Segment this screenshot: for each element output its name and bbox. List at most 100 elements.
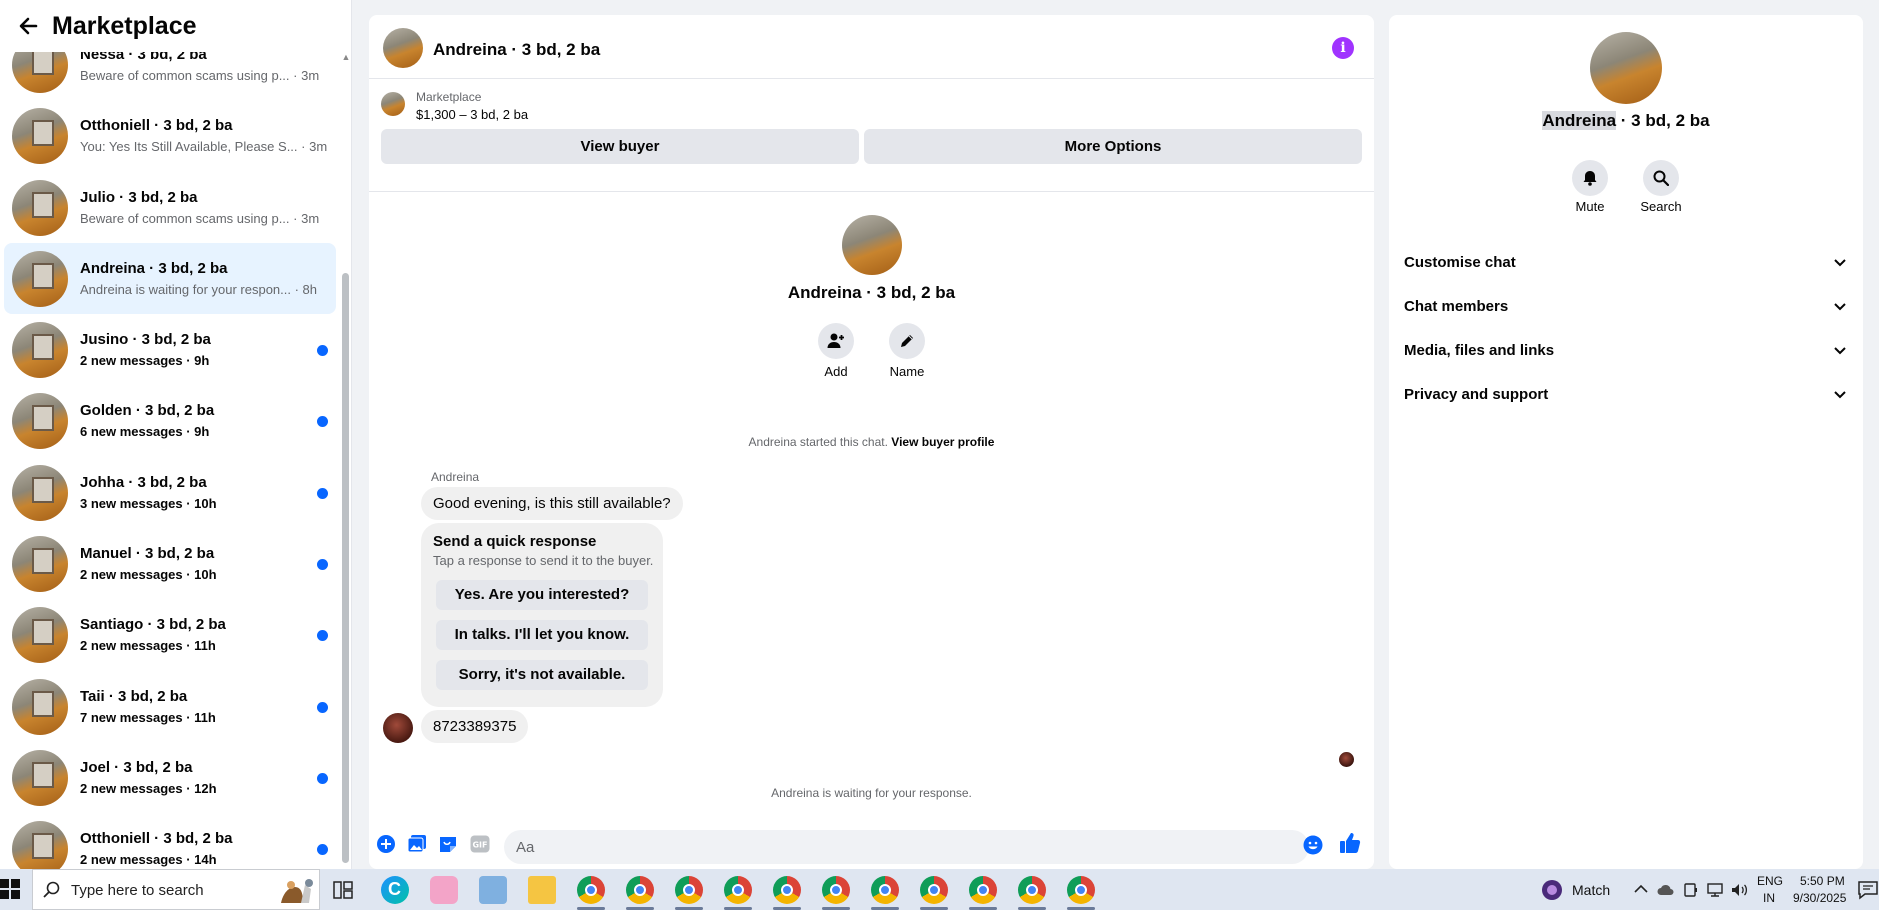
- customise-chat-section[interactable]: Customise chat: [1404, 245, 1848, 281]
- details-name-rest: · 3 bd, 2 ba: [1616, 111, 1710, 130]
- chrome-app-icon-active[interactable]: [577, 876, 605, 904]
- back-arrow-icon[interactable]: [16, 14, 40, 38]
- chrome-app-icon[interactable]: [1067, 876, 1095, 904]
- chevron-up-icon[interactable]: [1634, 883, 1648, 895]
- conversation-item[interactable]: Santiago · 3 bd, 2 ba 2 new messages · 1…: [4, 599, 336, 670]
- message-input[interactable]: [504, 830, 1309, 864]
- unread-dot-icon: [317, 772, 328, 784]
- add-person-button[interactable]: [818, 323, 854, 359]
- chrome-app-icon[interactable]: [1018, 876, 1046, 904]
- conversation-item[interactable]: Julio · 3 bd, 2 ba Beware of common scam…: [4, 172, 336, 243]
- chat-header-name[interactable]: Andreina · 3 bd, 2 ba: [433, 40, 600, 60]
- info-icon[interactable]: i: [1332, 37, 1354, 59]
- listing-avatar: [12, 250, 68, 307]
- notepad-app-icon[interactable]: [479, 876, 507, 904]
- listing-avatar: [12, 464, 68, 521]
- conversation-item[interactable]: Taii · 3 bd, 2 ba 7 new messages · 11h: [4, 671, 336, 742]
- match-widget-label[interactable]: Match: [1572, 882, 1610, 898]
- emoji-icon[interactable]: [1302, 834, 1324, 856]
- conversation-preview: 2 new messages · 9h: [80, 353, 210, 369]
- conversation-item[interactable]: Johha · 3 bd, 2 ba 3 new messages · 10h: [4, 457, 336, 528]
- photo-icon[interactable]: [406, 833, 428, 855]
- plus-circle-icon[interactable]: [375, 833, 397, 855]
- edit-name-button[interactable]: [889, 323, 925, 359]
- conversation-item[interactable]: Otthoniell · 3 bd, 2 ba 2 new messages ·…: [4, 813, 336, 869]
- quick-response-subtitle: Tap a response to send it to the buyer.: [433, 553, 654, 568]
- name-label: Name: [889, 364, 925, 379]
- clock-date[interactable]: 9/30/2025: [1793, 891, 1846, 905]
- privacy-support-section[interactable]: Privacy and support: [1404, 377, 1848, 413]
- message-bubble[interactable]: 8723389375: [421, 710, 529, 743]
- task-view-icon[interactable]: [333, 881, 353, 899]
- copilot-app-icon[interactable]: C: [381, 876, 409, 904]
- scroll-up-icon[interactable]: ▲: [341, 52, 351, 62]
- chrome-app-icon[interactable]: [822, 876, 850, 904]
- conversation-preview: 2 new messages · 10h: [80, 567, 217, 583]
- battery-icon[interactable]: [1683, 882, 1699, 898]
- listing-avatar: [12, 322, 68, 379]
- notification-icon[interactable]: [1858, 880, 1878, 900]
- chrome-app-icon[interactable]: [626, 876, 654, 904]
- marketplace-label: Marketplace: [416, 90, 482, 104]
- more-options-button[interactable]: More Options: [864, 129, 1362, 164]
- chrome-app-icon[interactable]: [920, 876, 948, 904]
- conversation-item[interactable]: Otthoniell · 3 bd, 2 ba You: Yes Its Sti…: [4, 100, 336, 171]
- quick-response-option[interactable]: In talks. I'll let you know.: [436, 620, 648, 650]
- view-buyer-button[interactable]: View buyer: [381, 129, 859, 164]
- listing-avatar: [12, 607, 68, 664]
- details-avatar[interactable]: [1590, 32, 1662, 104]
- thumbs-up-icon[interactable]: [1339, 832, 1361, 854]
- chat-members-section[interactable]: Chat members: [1404, 289, 1848, 325]
- conversation-sidebar: Marketplace Nessa · 3 bd, 2 ba Beware of…: [0, 0, 352, 869]
- quick-response-option[interactable]: Yes. Are you interested?: [436, 580, 648, 610]
- conversation-preview: 2 new messages · 11h: [80, 638, 216, 654]
- taskbar-search-box[interactable]: Type here to search: [32, 869, 320, 910]
- language-indicator[interactable]: ENG: [1757, 874, 1783, 888]
- windows-start-icon[interactable]: [0, 879, 20, 899]
- search-icon: [1653, 170, 1669, 186]
- chrome-app-icon[interactable]: [969, 876, 997, 904]
- sidebar-scrollbar[interactable]: ▲: [341, 48, 351, 868]
- section-label: Customise chat: [1404, 254, 1516, 271]
- conversation-item[interactable]: Manuel · 3 bd, 2 ba 2 new messages · 10h: [4, 528, 336, 599]
- conversation-preview: 3 new messages · 10h: [80, 495, 217, 511]
- message-composer: GIF: [369, 821, 1374, 869]
- sticker-icon[interactable]: [437, 833, 459, 855]
- listing-avatar: [12, 179, 68, 236]
- gif-icon[interactable]: GIF: [469, 833, 491, 855]
- region-indicator[interactable]: IN: [1763, 891, 1775, 905]
- volume-icon[interactable]: [1731, 882, 1749, 898]
- scrollbar-thumb[interactable]: [342, 273, 349, 863]
- network-icon[interactable]: [1707, 882, 1725, 898]
- mute-button[interactable]: [1572, 160, 1608, 196]
- chat-details-panel: Andreina · 3 bd, 2 ba Mute Search Custom…: [1389, 15, 1863, 869]
- conversation-item[interactable]: Joel · 3 bd, 2 ba 2 new messages · 12h: [4, 742, 336, 813]
- listing-price: $1,300 – 3 bd, 2 ba: [416, 107, 529, 122]
- chrome-app-icon[interactable]: [724, 876, 752, 904]
- listing-thumbnail[interactable]: [381, 92, 405, 116]
- started-text: Andreina started this chat.: [748, 435, 888, 449]
- unread-dot-icon: [317, 630, 328, 642]
- quick-response-option[interactable]: Sorry, it's not available.: [436, 660, 648, 690]
- message-bubble[interactable]: Good evening, is this still available?: [421, 487, 683, 520]
- conversation-item-active[interactable]: Andreina · 3 bd, 2 ba Andreina is waitin…: [4, 242, 336, 315]
- view-buyer-profile-link[interactable]: View buyer profile: [891, 435, 994, 449]
- conversation-name: Santiago · 3 bd, 2 ba: [80, 616, 226, 634]
- clock-time[interactable]: 5:50 PM: [1800, 874, 1845, 888]
- conversation-name: Joel · 3 bd, 2 ba: [80, 758, 193, 776]
- sender-avatar[interactable]: [383, 713, 413, 743]
- paint-app-icon[interactable]: [430, 876, 458, 904]
- cloud-icon[interactable]: [1657, 882, 1675, 898]
- conversation-item[interactable]: Golden · 3 bd, 2 ba 6 new messages · 9h: [4, 385, 336, 456]
- chat-header-avatar[interactable]: [383, 28, 423, 68]
- chrome-app-icon[interactable]: [675, 876, 703, 904]
- media-files-links-section[interactable]: Media, files and links: [1404, 333, 1848, 369]
- conversation-item[interactable]: Jusino · 3 bd, 2 ba 2 new messages · 9h: [4, 314, 336, 385]
- search-button[interactable]: [1643, 160, 1679, 196]
- chrome-app-icon[interactable]: [871, 876, 899, 904]
- chrome-app-icon[interactable]: [773, 876, 801, 904]
- file-explorer-icon[interactable]: [528, 876, 556, 904]
- conversation-preview: Beware of common scams using p... · 3m: [80, 210, 320, 226]
- unread-dot-icon: [317, 416, 328, 428]
- match-widget-icon[interactable]: [1541, 879, 1563, 901]
